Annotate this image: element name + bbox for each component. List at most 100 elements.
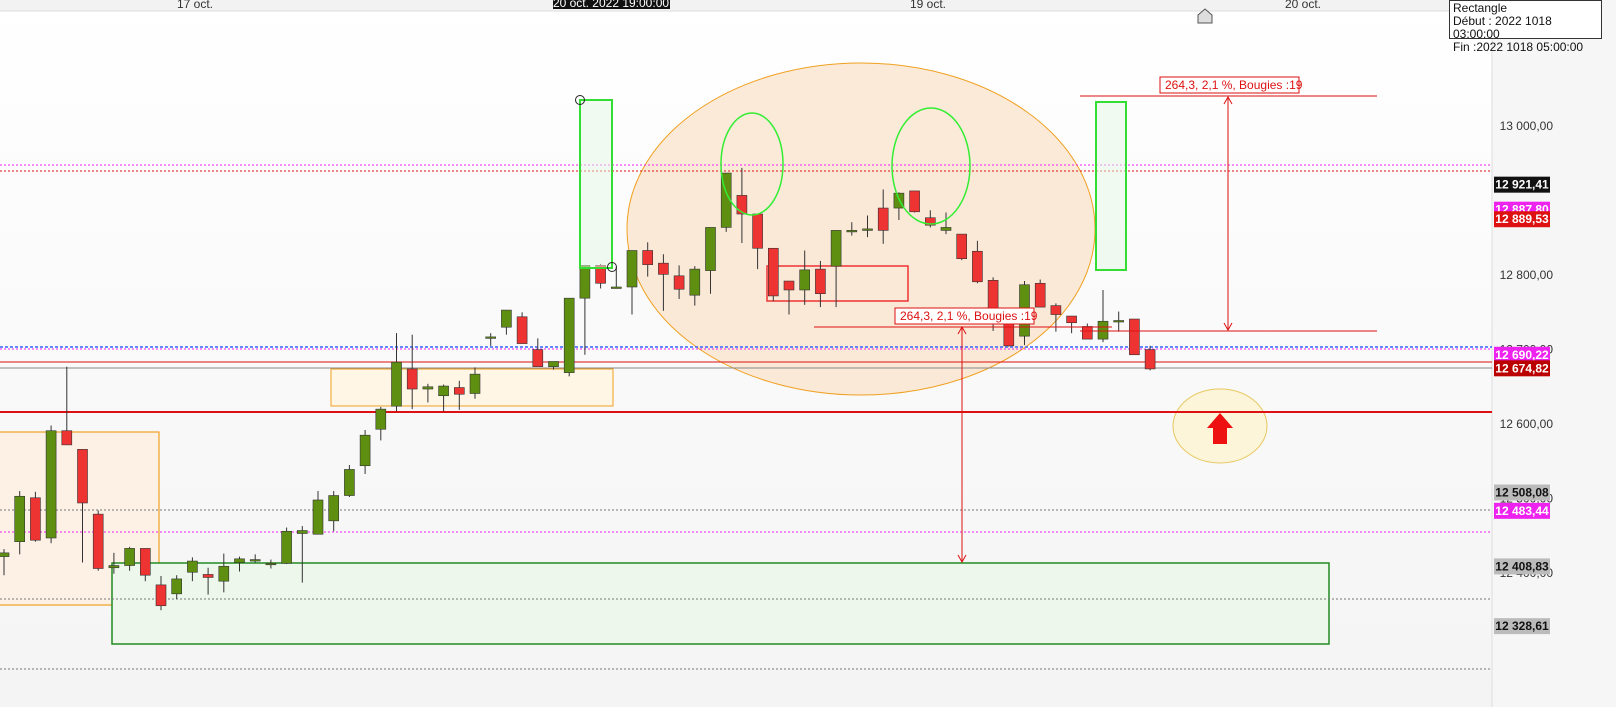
bear-candle-body <box>1082 326 1093 340</box>
measure-label-top: 264,3, 2,1 %, Bougies :19 <box>1165 78 1303 92</box>
bear-candle-body <box>155 584 167 607</box>
candle <box>610 266 622 289</box>
x-tick-label: 20 oct. <box>1285 0 1321 11</box>
bear-candle-body <box>1050 305 1062 315</box>
bear-candle-body <box>140 548 151 576</box>
bull-candle-body <box>689 268 701 296</box>
bear-candle-body <box>1034 282 1046 308</box>
candle <box>1066 315 1077 334</box>
bear-candle-body <box>61 430 73 446</box>
bull-candle-body <box>281 530 292 564</box>
bear-candle-body <box>673 275 685 290</box>
price-tag-label: 12 674,82 <box>1495 361 1549 375</box>
y-tick-label: 13 000,00 <box>1500 119 1554 133</box>
bull-candle-body <box>391 361 402 407</box>
bear-candle-body <box>1066 315 1077 324</box>
x-tick-label: 17 oct. <box>177 0 213 11</box>
crosshair-time-label: 20 oct. 2022 19:00:00 <box>553 0 669 10</box>
candle <box>1097 289 1109 343</box>
bull-candle-body <box>187 560 198 573</box>
bear-candle-body <box>767 247 779 297</box>
bull-candle-body <box>328 495 340 522</box>
green-support-zone <box>111 562 1330 645</box>
bear-candle-body <box>752 213 763 249</box>
bull-candle-body <box>548 361 559 367</box>
bear-candle-body <box>909 190 920 213</box>
candle <box>909 190 920 213</box>
bull-candle-body <box>234 558 245 563</box>
candle <box>312 491 324 535</box>
candle <box>45 425 57 544</box>
bear-candle-body <box>532 349 544 367</box>
price-tag-label: 12 508,08 <box>1495 485 1549 499</box>
bear-candle-body <box>30 497 41 541</box>
y-tick-label: 12 600,00 <box>1500 417 1554 431</box>
bear-candle-body <box>1144 349 1156 370</box>
bull-candle-body <box>579 265 591 299</box>
candle <box>328 491 340 532</box>
price-tag-label: 12 921,41 <box>1495 178 1549 192</box>
candle <box>359 429 371 474</box>
candle <box>281 527 292 565</box>
price-tag-label: 12 328,61 <box>1495 619 1549 633</box>
green-projection-box-left <box>579 99 613 269</box>
candlestick-chart[interactable]: 264,3, 2,1 %, Bougies :19 264,3, 2,1 %, B… <box>0 0 1616 707</box>
time-axis-bar <box>0 0 1490 11</box>
bull-candle-body <box>14 495 25 542</box>
candle <box>375 406 387 441</box>
bull-candle-body <box>0 552 10 557</box>
bull-candle-body <box>45 430 57 539</box>
bear-candle-body <box>1129 318 1140 356</box>
price-tag-label: 12 483,44 <box>1495 504 1549 518</box>
bear-candle-body <box>642 250 654 265</box>
bear-candle-body <box>92 513 104 569</box>
candle <box>1129 318 1140 356</box>
bull-candle-body <box>375 408 387 430</box>
bull-candle-body <box>469 373 481 394</box>
price-tag-label: 12 690,22 <box>1495 348 1549 362</box>
bull-candle-body <box>799 269 811 291</box>
bull-candle-body <box>830 230 842 267</box>
chart-area[interactable]: 264,3, 2,1 %, Bougies :19 264,3, 2,1 %, B… <box>0 0 1616 707</box>
candle <box>501 309 512 335</box>
bull-candle-body <box>705 227 716 271</box>
bull-candle-body <box>1097 320 1109 340</box>
bear-candle-body <box>77 449 88 504</box>
bull-candle-body <box>501 309 512 328</box>
rectangle-tooltip: Rectangle Début : 2022 1018 03:00:00 Fin… <box>1449 0 1602 54</box>
bull-candle-body <box>438 385 449 397</box>
candle <box>579 265 591 355</box>
candle <box>485 333 497 346</box>
measure-label-mid: 264,3, 2,1 %, Bougies :19 <box>900 309 1038 323</box>
bull-candle-body <box>940 227 952 231</box>
bull-candle-body <box>171 578 182 595</box>
candle <box>516 312 528 344</box>
bear-candle-body <box>783 280 795 291</box>
price-tag-label: 12 408,83 <box>1495 559 1549 573</box>
candle <box>249 554 261 563</box>
head-shoulders-ellipse <box>626 62 1096 396</box>
bear-candle-body <box>406 368 418 390</box>
bull-candle-body <box>296 530 308 534</box>
bull-candle-body <box>610 286 622 289</box>
bull-candle-body <box>1113 320 1124 323</box>
price-tag-label: 12 889,53 <box>1495 212 1549 226</box>
bull-candle-body <box>249 559 261 562</box>
bull-candle-body <box>265 562 277 566</box>
x-tick-label: 19 oct. <box>910 0 946 11</box>
bull-candle-body <box>312 499 324 535</box>
bull-candle-body <box>359 434 371 467</box>
bear-candle-body <box>516 316 528 344</box>
bear-candle-body <box>736 195 748 215</box>
bull-candle-body <box>108 565 120 569</box>
candle <box>626 250 638 315</box>
bull-candle-body <box>218 565 230 582</box>
bull-candle-body <box>846 230 858 233</box>
candle <box>92 510 104 571</box>
tooltip-start: Début : 2022 1018 03:00:00 <box>1453 14 1552 41</box>
candle <box>1144 345 1156 371</box>
bear-candle-body <box>202 574 214 578</box>
candle <box>532 338 544 367</box>
bear-candle-body <box>956 233 968 259</box>
bear-candle-body <box>972 250 983 283</box>
